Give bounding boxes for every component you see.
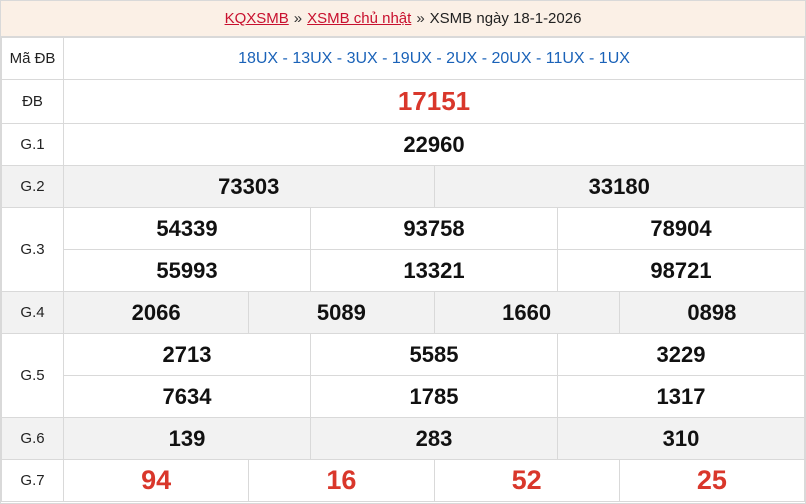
prize-number: 2713: [63, 333, 311, 376]
results-table: Mã ĐB 18UX - 13UX - 3UX - 19UX - 2UX - 2…: [1, 37, 806, 502]
row-g4: G.4 2066 5089 1660 0898: [1, 291, 806, 334]
prize-number: 98721: [557, 249, 805, 292]
prize-number: 55993: [63, 249, 311, 292]
row-label: G.3: [1, 207, 64, 292]
prize-number: 25: [618, 459, 806, 502]
row-g5: G.5 2713 5585 3229: [1, 333, 805, 418]
row-label: G.5: [1, 333, 64, 418]
breadcrumb-current: XSMB ngày 18-1-2026: [429, 10, 582, 27]
prize-number: 139: [63, 417, 311, 460]
prize-number: 94: [62, 459, 250, 502]
row-label: ĐB: [1, 79, 64, 124]
row-label: Mã ĐB: [1, 37, 64, 80]
row-g3: G.3 54339 93758 78904: [1, 207, 805, 292]
prize-number: 0898: [618, 291, 806, 334]
prize-number: 33180: [433, 165, 805, 208]
results-container: KQXSMB » XSMB chủ nhật » XSMB ngày 18-1-…: [0, 0, 806, 504]
prize-number: 283: [310, 417, 558, 460]
prize-number: 1317: [557, 375, 805, 418]
row-g2: G.2 73303 33180: [1, 165, 805, 208]
breadcrumb: KQXSMB » XSMB chủ nhật » XSMB ngày 18-1-…: [1, 1, 805, 37]
prize-number: 52: [433, 459, 620, 502]
row-label: G.4: [1, 291, 64, 334]
row-db: ĐB 17151: [1, 79, 805, 124]
breadcrumb-separator: »: [416, 10, 425, 27]
prize-number: 93758: [310, 207, 558, 250]
prize-number: 73303: [63, 165, 435, 208]
row-label: G.2: [1, 165, 64, 208]
prize-number: 54339: [63, 207, 311, 250]
row-label: G.1: [1, 123, 64, 166]
row-g1: G.1 22960: [1, 123, 805, 166]
prize-number: 7634: [63, 375, 311, 418]
prize-number: 3229: [557, 333, 805, 376]
breadcrumb-link-xsmb-sunday[interactable]: XSMB chủ nhật: [307, 10, 411, 27]
row-g6: G.6 139 283 310: [1, 417, 805, 460]
special-codes: 18UX - 13UX - 3UX - 19UX - 2UX - 20UX - …: [63, 37, 805, 80]
row-label: G.7: [1, 459, 64, 502]
prize-number: 22960: [63, 123, 805, 166]
prize-number: 5585: [310, 333, 558, 376]
prize-number: 310: [557, 417, 805, 460]
row-g5: 7634 1785 1317: [2, 375, 805, 418]
prize-number: 13321: [310, 249, 558, 292]
row-ma-db: Mã ĐB 18UX - 13UX - 3UX - 19UX - 2UX - 2…: [1, 37, 805, 80]
special-prize-number: 17151: [63, 79, 805, 124]
prize-number: 2066: [62, 291, 250, 334]
row-g7: G.7 94 16 52 25: [1, 459, 806, 502]
prize-number: 5089: [248, 291, 435, 334]
prize-number: 1660: [433, 291, 620, 334]
breadcrumb-link-kqxsmb[interactable]: KQXSMB: [225, 10, 289, 27]
row-g3: 55993 13321 98721: [2, 249, 805, 292]
row-label: G.6: [1, 417, 64, 460]
prize-number: 16: [248, 459, 435, 502]
prize-number: 78904: [557, 207, 805, 250]
prize-number: 1785: [310, 375, 558, 418]
breadcrumb-separator: »: [293, 10, 303, 27]
